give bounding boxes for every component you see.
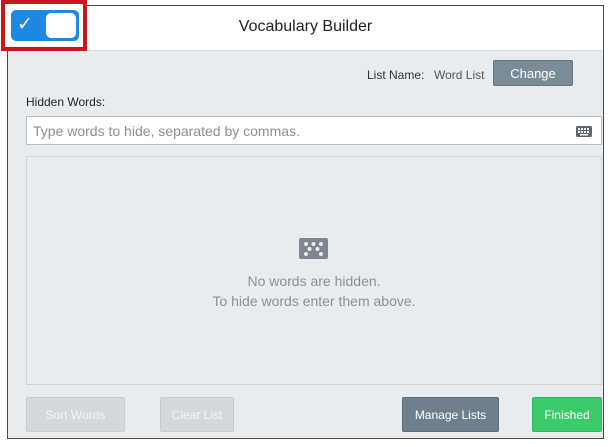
window-title: Vocabulary Builder: [238, 18, 373, 35]
finished-button[interactable]: Finished: [532, 397, 602, 432]
title-bar: Vocabulary Builder: [8, 6, 603, 51]
hidden-words-input[interactable]: [33, 122, 563, 140]
empty-message-line2: To hide words enter them above.: [212, 293, 416, 309]
clear-list-button[interactable]: Clear List: [160, 397, 234, 432]
manage-lists-button[interactable]: Manage Lists: [402, 397, 499, 432]
empty-message-line1: No words are hidden.: [247, 273, 381, 289]
hidden-words-field[interactable]: [26, 116, 602, 145]
toggle-highlight: ✓: [1, 0, 87, 51]
list-name-label: List Name:: [367, 68, 425, 82]
vocabulary-builder-window: Vocabulary Builder List Name: Word List …: [7, 5, 604, 439]
change-list-button[interactable]: Change: [493, 60, 573, 86]
enable-toggle[interactable]: ✓: [11, 10, 79, 41]
hidden-words-list: No words are hidden. To hide words enter…: [26, 156, 602, 385]
list-name-value: Word List: [434, 68, 485, 82]
sort-words-button[interactable]: Sort Words: [26, 397, 125, 432]
keyboard-icon[interactable]: [576, 126, 592, 137]
hidden-words-label: Hidden Words:: [26, 95, 106, 109]
toggle-knob[interactable]: [46, 13, 76, 38]
check-icon: ✓: [17, 14, 33, 35]
dice-icon: [299, 238, 328, 259]
